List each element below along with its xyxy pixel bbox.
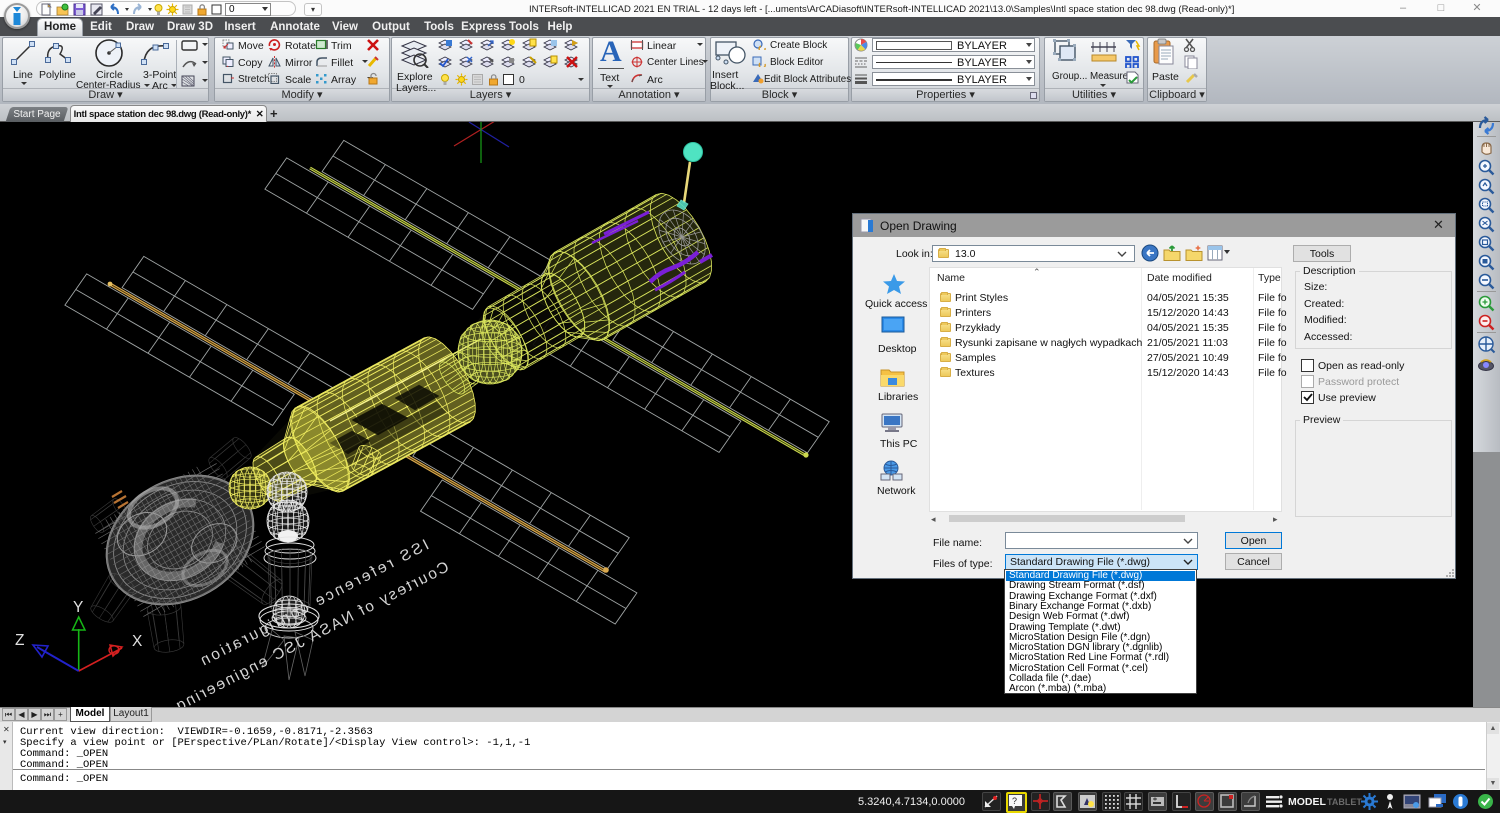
svg-text:X: X xyxy=(132,633,143,650)
svg-text:Y: Y xyxy=(73,599,83,616)
svg-text:?: ? xyxy=(1012,796,1017,806)
svg-text:Z: Z xyxy=(15,632,24,649)
